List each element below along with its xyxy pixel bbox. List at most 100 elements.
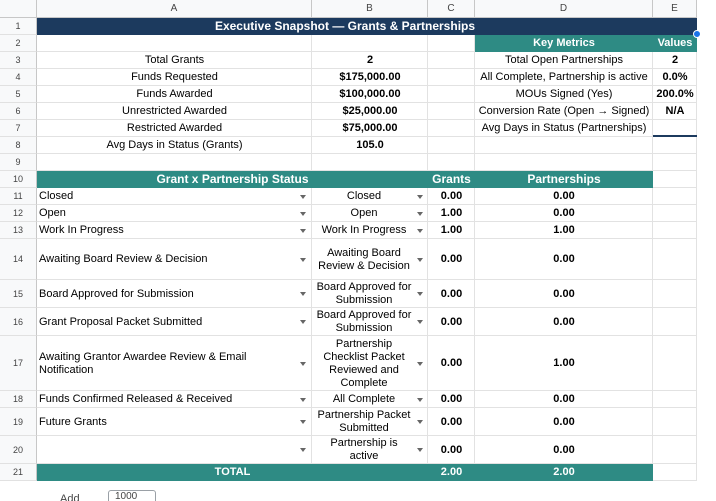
row-header-17[interactable]: 17	[0, 336, 37, 391]
grid-cell[interactable]	[653, 408, 697, 436]
partnership-status-dropdown[interactable]: Awaiting Board Review & Decision	[312, 239, 416, 280]
summary-label: Total Grants	[144, 54, 205, 66]
chevron-down-icon[interactable]	[300, 448, 306, 452]
chevron-down-icon[interactable]	[300, 397, 306, 402]
partnership-status-dropdown[interactable]: Open	[312, 205, 416, 222]
row-header-8[interactable]: 8	[0, 137, 37, 154]
grant-status-dropdown[interactable]: Awaiting Grantor Awardee Review & Email …	[37, 336, 298, 391]
row-header-13[interactable]: 13	[0, 222, 37, 239]
grid-cell[interactable]	[428, 137, 475, 154]
spreadsheet-grid[interactable]: A B C D E 1 2 3 4 5 6 7 8 9 10 11 12 13 14 15 16 17 18 19 20 21 Ex…	[0, 0, 716, 501]
grant-status-dropdown[interactable]: Grant Proposal Packet Submitted	[37, 308, 298, 336]
grid-cell[interactable]	[428, 35, 475, 52]
grid-cell[interactable]	[37, 35, 312, 52]
column-header-b[interactable]: B	[312, 0, 428, 18]
grid-cell[interactable]	[653, 308, 697, 336]
partnership-status-dropdown[interactable]: Partnership Packet Submitted	[312, 408, 416, 436]
partnership-status-dropdown[interactable]: Partnership Checklist Packet Reviewed an…	[312, 336, 416, 391]
grid-cell[interactable]	[312, 35, 428, 52]
grid-cell[interactable]	[653, 205, 697, 222]
column-header-a[interactable]: A	[37, 0, 312, 18]
partnership-status-dropdown[interactable]: All Complete	[312, 391, 416, 408]
grid-cell[interactable]	[428, 52, 475, 69]
grant-status-dropdown[interactable]: Work In Progress	[37, 222, 298, 239]
grid-cell[interactable]	[653, 171, 697, 188]
chevron-down-icon[interactable]	[300, 320, 306, 324]
row-header-9[interactable]: 9	[0, 154, 37, 171]
column-header-e[interactable]: E	[653, 0, 697, 18]
grid-cell[interactable]	[428, 154, 475, 171]
select-all-corner[interactable]	[0, 0, 37, 18]
row-header-21[interactable]: 21	[0, 464, 37, 481]
grid-cell[interactable]	[475, 137, 653, 154]
chevron-down-icon[interactable]	[300, 257, 306, 262]
row-header-5[interactable]: 5	[0, 86, 37, 103]
partnership-status-dropdown[interactable]: Closed	[312, 188, 416, 205]
grant-status-dropdown[interactable]: Funds Confirmed Released & Received	[37, 391, 298, 408]
chevron-down-icon[interactable]	[417, 211, 423, 216]
chevron-down-icon[interactable]	[417, 397, 423, 402]
chevron-down-icon[interactable]	[417, 292, 423, 296]
grant-status-dropdown[interactable]	[37, 436, 298, 464]
partnership-status-dropdown[interactable]: Work In Progress	[312, 222, 416, 239]
grid-cell[interactable]	[653, 436, 697, 464]
chevron-down-icon[interactable]	[417, 228, 423, 233]
row-header-14[interactable]: 14	[0, 239, 37, 280]
grant-status-dropdown[interactable]: Awaiting Board Review & Decision	[37, 239, 298, 280]
chevron-down-icon[interactable]	[417, 361, 423, 366]
row-header-15[interactable]: 15	[0, 280, 37, 308]
chevron-down-icon[interactable]	[417, 257, 423, 262]
column-header-c[interactable]: C	[428, 0, 475, 18]
grid-cell[interactable]	[653, 137, 697, 154]
row-header-3[interactable]: 3	[0, 52, 37, 69]
row-header-1[interactable]: 1	[0, 18, 37, 35]
row-header-2[interactable]: 2	[0, 35, 37, 52]
partnership-status-dropdown[interactable]: Board Approved for Submission	[312, 280, 416, 308]
chevron-down-icon[interactable]	[300, 361, 306, 366]
chevron-down-icon[interactable]	[300, 194, 306, 199]
grant-status-dropdown[interactable]: Closed	[37, 188, 298, 205]
grid-cell[interactable]	[312, 154, 428, 171]
add-rows-count-input[interactable]: 1000	[108, 490, 156, 501]
chevron-down-icon[interactable]	[417, 320, 423, 324]
chevron-down-icon[interactable]	[300, 211, 306, 216]
column-header-d[interactable]: D	[475, 0, 653, 18]
selection-handle[interactable]	[693, 30, 701, 38]
row-header-12[interactable]: 12	[0, 205, 37, 222]
grid-cell[interactable]	[428, 103, 475, 120]
grid-cell[interactable]	[653, 336, 697, 391]
chevron-down-icon[interactable]	[300, 228, 306, 233]
grid-cell[interactable]	[428, 120, 475, 137]
grid-cell[interactable]	[653, 188, 697, 205]
grid-cell[interactable]	[428, 86, 475, 103]
grid-cell[interactable]	[653, 280, 697, 308]
chevron-down-icon[interactable]	[417, 420, 423, 424]
grant-status-dropdown[interactable]: Future Grants	[37, 408, 298, 436]
partnership-status-dropdown[interactable]: Partnership is active	[312, 436, 416, 464]
grid-cell[interactable]	[428, 69, 475, 86]
grid-cell[interactable]	[37, 154, 312, 171]
grant-status-dropdown[interactable]: Board Approved for Submission	[37, 280, 298, 308]
add-rows-button[interactable]: Add	[60, 493, 80, 501]
row-header-4[interactable]: 4	[0, 69, 37, 86]
row-header-18[interactable]: 18	[0, 391, 37, 408]
row-header-10[interactable]: 10	[0, 171, 37, 188]
chevron-down-icon[interactable]	[417, 448, 423, 452]
partnership-status-dropdown[interactable]: Board Approved for Submission	[312, 308, 416, 336]
row-header-6[interactable]: 6	[0, 103, 37, 120]
row-header-11[interactable]: 11	[0, 188, 37, 205]
grid-cell[interactable]	[653, 222, 697, 239]
grid-cell[interactable]	[653, 239, 697, 280]
chevron-down-icon[interactable]	[300, 292, 306, 296]
grid-cell[interactable]	[475, 154, 653, 171]
grid-cell[interactable]	[653, 464, 697, 481]
row-header-19[interactable]: 19	[0, 408, 37, 436]
grid-cell[interactable]	[653, 391, 697, 408]
chevron-down-icon[interactable]	[300, 420, 306, 424]
chevron-down-icon[interactable]	[417, 194, 423, 199]
row-header-16[interactable]: 16	[0, 308, 37, 336]
row-header-7[interactable]: 7	[0, 120, 37, 137]
grant-status-dropdown[interactable]: Open	[37, 205, 298, 222]
grid-cell[interactable]	[653, 154, 697, 171]
row-header-20[interactable]: 20	[0, 436, 37, 464]
